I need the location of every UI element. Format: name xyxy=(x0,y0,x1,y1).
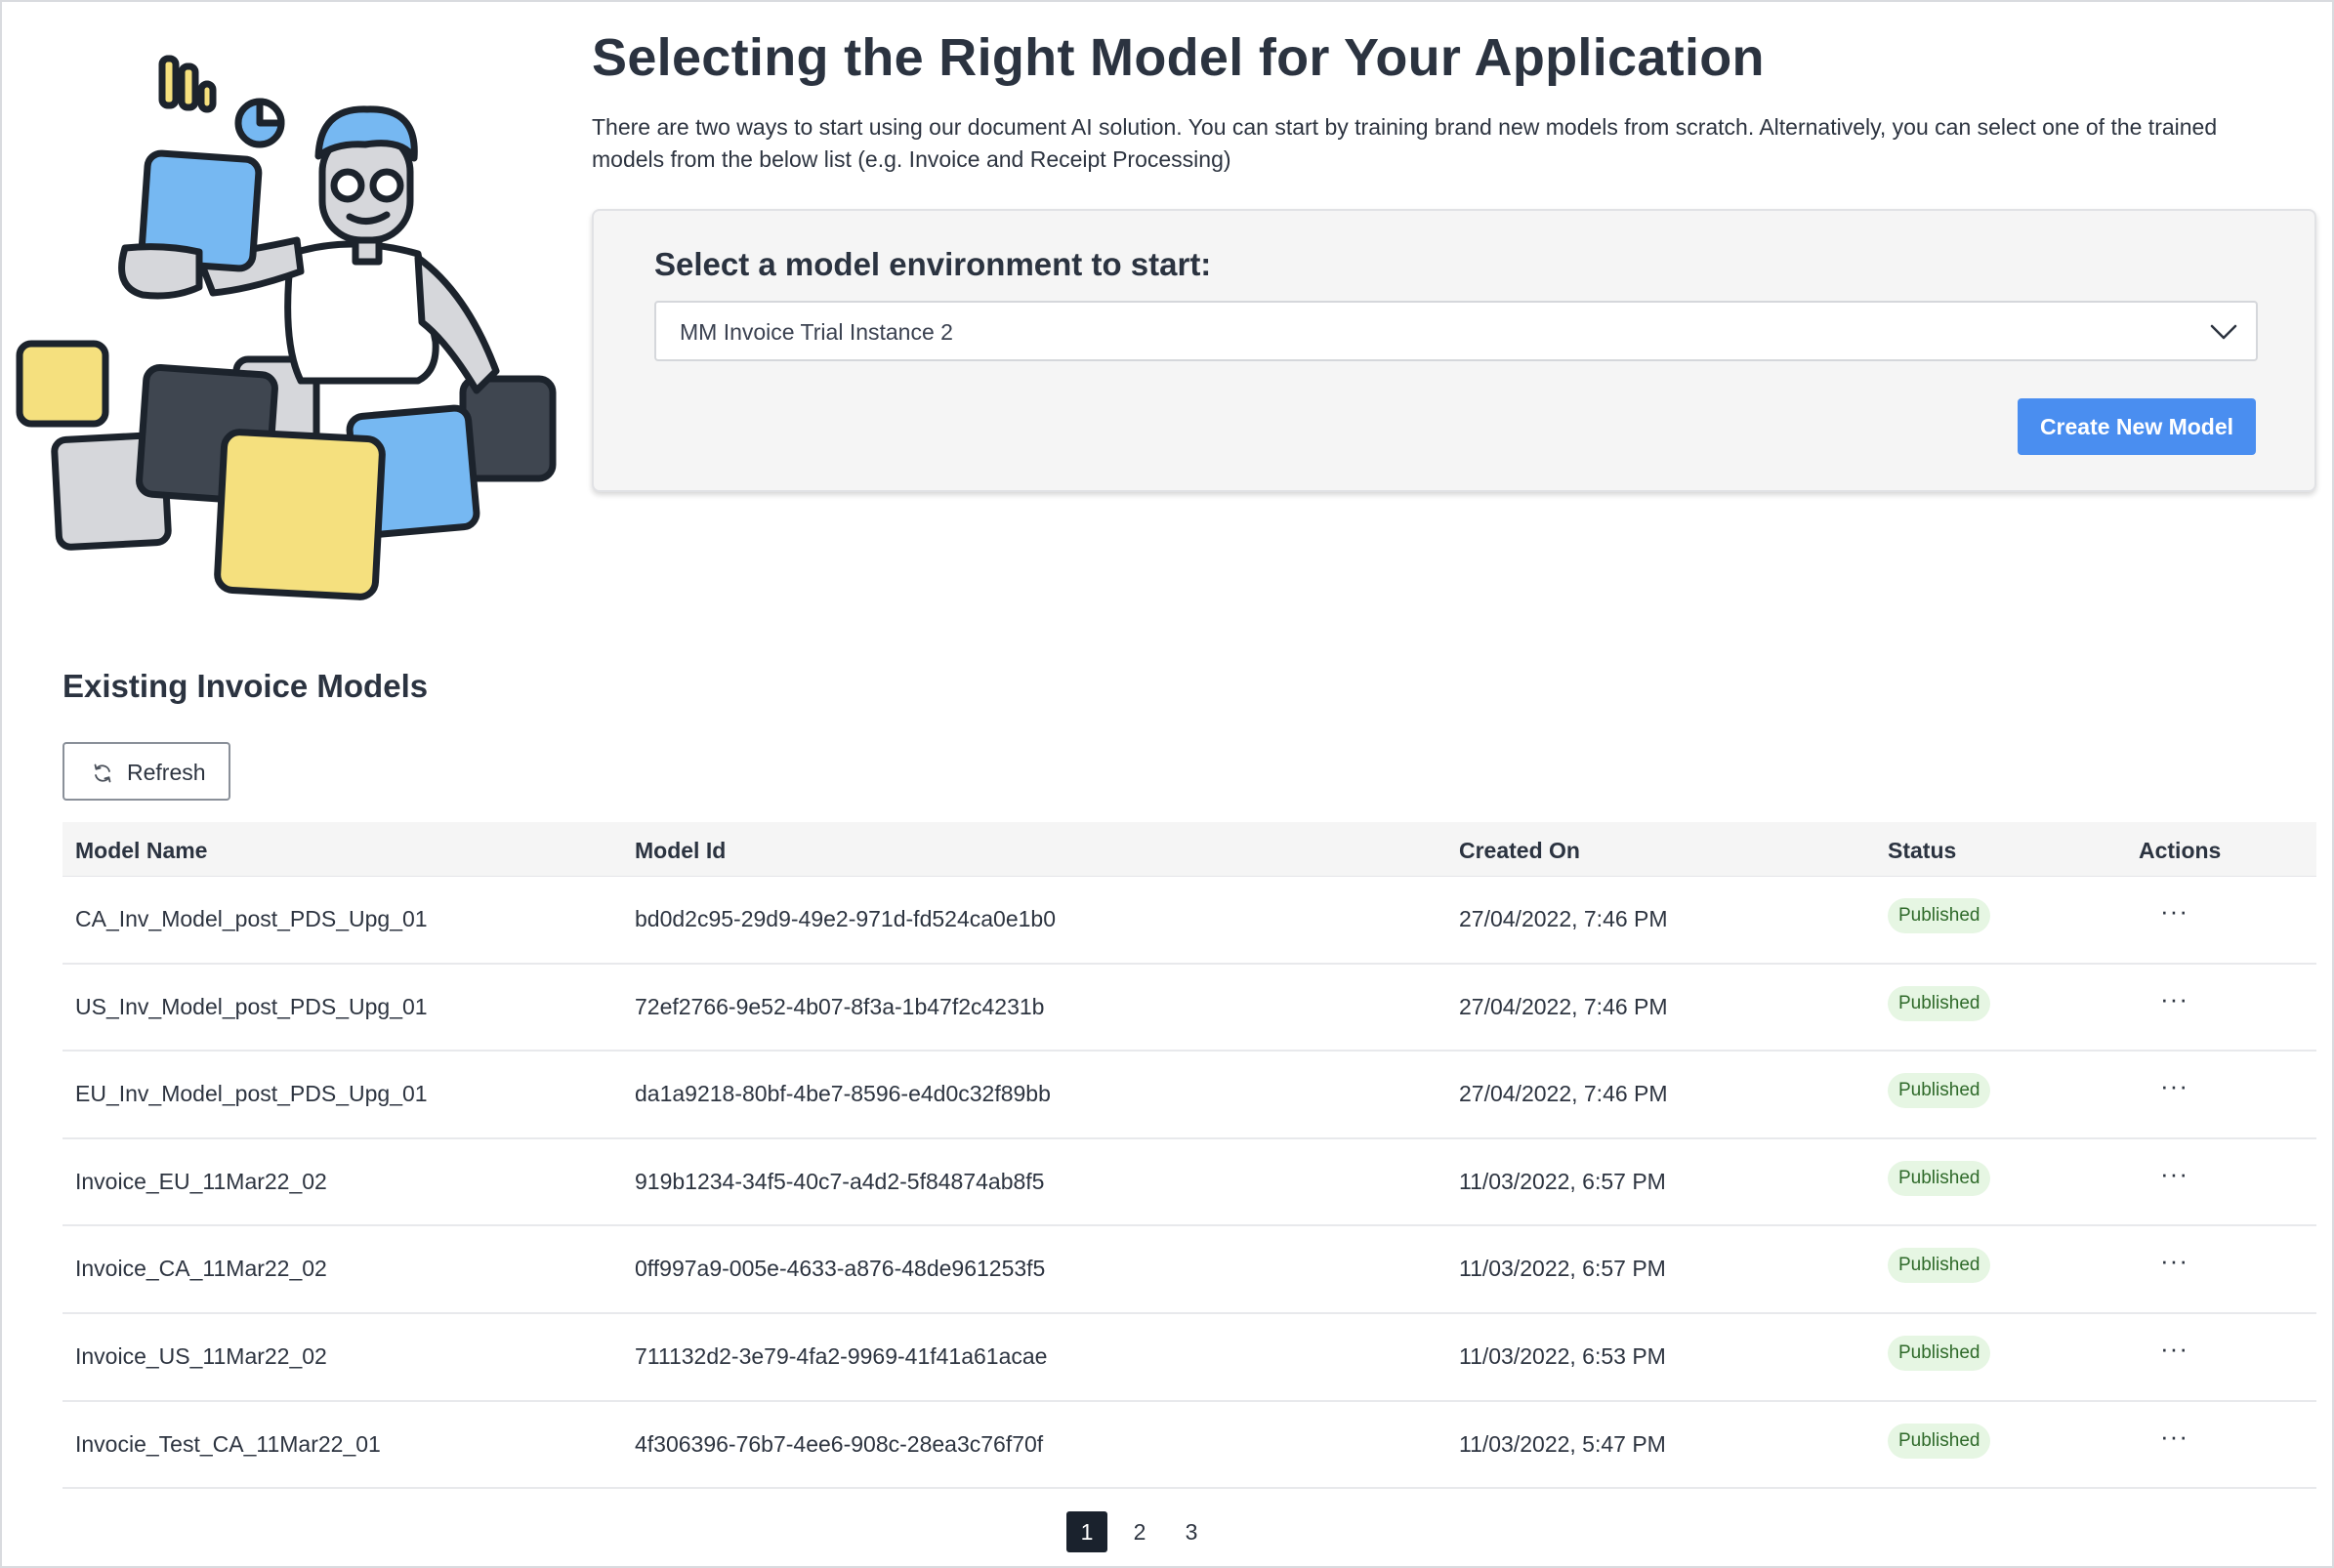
models-table: Model Name Model Id Created On Status Ac… xyxy=(63,822,2316,1490)
status-badge: Published xyxy=(1888,1073,1991,1109)
page-button-1[interactable]: 1 xyxy=(1066,1511,1107,1552)
status-badge: Published xyxy=(1888,985,1991,1021)
created-on-cell: 11/03/2022, 6:57 PM xyxy=(1459,1168,1666,1194)
refresh-label: Refresh xyxy=(127,760,206,785)
page-button-2[interactable]: 2 xyxy=(1119,1511,1160,1552)
created-on-cell: 11/03/2022, 5:47 PM xyxy=(1459,1430,1666,1457)
model-name-cell: Invoice_US_11Mar22_02 xyxy=(75,1342,327,1369)
status-badge: Published xyxy=(1888,1335,1991,1371)
table-row[interactable]: Invoice_CA_11Mar22_02 0ff997a9-005e-4633… xyxy=(63,1226,2316,1314)
model-id-cell: 0ff997a9-005e-4633-a876-48de961253f5 xyxy=(635,1256,1046,1282)
create-new-model-button[interactable]: Create New Model xyxy=(2018,398,2256,455)
created-on-cell: 11/03/2022, 6:53 PM xyxy=(1459,1342,1666,1369)
table-row[interactable]: EU_Inv_Model_post_PDS_Upg_01 da1a9218-80… xyxy=(63,1052,2316,1139)
row-actions-menu[interactable]: ··· xyxy=(2160,984,2188,1014)
model-name-cell: EU_Inv_Model_post_PDS_Upg_01 xyxy=(75,1081,428,1107)
column-header-created-on[interactable]: Created On xyxy=(1459,838,1580,864)
row-actions-menu[interactable]: ··· xyxy=(2160,1422,2188,1452)
created-on-cell: 27/04/2022, 7:46 PM xyxy=(1459,1081,1668,1107)
model-id-cell: 711132d2-3e79-4fa2-9969-41f41a61acae xyxy=(635,1342,1048,1369)
column-header-model-id[interactable]: Model Id xyxy=(635,838,726,864)
model-name-cell: Invoice_EU_11Mar22_02 xyxy=(75,1168,327,1194)
environment-select[interactable]: MM Invoice Trial Instance 2 xyxy=(654,301,2258,361)
person-with-cards-illustration xyxy=(16,55,557,600)
row-actions-menu[interactable]: ··· xyxy=(2160,1071,2188,1101)
intro-text: There are two ways to start using our do… xyxy=(592,114,2218,172)
column-header-model-name[interactable]: Model Name xyxy=(75,838,207,864)
table-header: Model Name Model Id Created On Status Ac… xyxy=(63,822,2316,877)
model-id-cell: bd0d2c95-29d9-49e2-971d-fd524ca0e1b0 xyxy=(635,906,1056,931)
created-on-cell: 11/03/2022, 6:57 PM xyxy=(1459,1256,1666,1282)
model-name-cell: Invoice_CA_11Mar22_02 xyxy=(75,1256,327,1282)
column-header-actions: Actions xyxy=(2139,838,2222,863)
status-badge: Published xyxy=(1888,1248,1991,1284)
model-name-cell: CA_Inv_Model_post_PDS_Upg_01 xyxy=(75,906,428,931)
created-on-cell: 27/04/2022, 7:46 PM xyxy=(1459,906,1668,931)
model-name-cell: Invocie_Test_CA_11Mar22_01 xyxy=(75,1430,381,1457)
environment-card: Select a model environment to start: MM … xyxy=(592,209,2316,492)
created-on-cell: 27/04/2022, 7:46 PM xyxy=(1459,993,1668,1019)
status-badge: Published xyxy=(1888,1160,1991,1196)
section-title: Existing Invoice Models xyxy=(63,668,429,704)
environment-select-value: MM Invoice Trial Instance 2 xyxy=(680,319,953,345)
model-id-cell: 4f306396-76b7-4ee6-908c-28ea3c76f70f xyxy=(635,1430,1044,1457)
table-row[interactable]: CA_Inv_Model_post_PDS_Upg_01 bd0d2c95-29… xyxy=(63,877,2316,965)
status-badge: Published xyxy=(1888,1423,1991,1459)
environment-label: Select a model environment to start: xyxy=(654,246,1212,282)
table-row[interactable]: Invoice_US_11Mar22_02 711132d2-3e79-4fa2… xyxy=(63,1314,2316,1402)
row-actions-menu[interactable]: ··· xyxy=(2160,896,2188,927)
page-title: Selecting the Right Model for Your Appli… xyxy=(592,28,1765,87)
status-badge: Published xyxy=(1888,898,1991,933)
table-row[interactable]: US_Inv_Model_post_PDS_Upg_01 72ef2766-9e… xyxy=(63,965,2316,1052)
row-actions-menu[interactable]: ··· xyxy=(2160,1334,2188,1364)
table-row[interactable]: Invoice_EU_11Mar22_02 919b1234-34f5-40c7… xyxy=(63,1139,2316,1227)
model-id-cell: 919b1234-34f5-40c7-a4d2-5f84874ab8f5 xyxy=(635,1168,1045,1194)
chevron-down-icon xyxy=(2210,324,2237,340)
row-actions-menu[interactable]: ··· xyxy=(2160,1159,2188,1189)
refresh-icon xyxy=(94,763,111,783)
column-header-status[interactable]: Status xyxy=(1888,838,1956,864)
model-id-cell: da1a9218-80bf-4be7-8596-e4d0c32f89bb xyxy=(635,1081,1051,1107)
table-row[interactable]: Invocie_Test_CA_11Mar22_01 4f306396-76b7… xyxy=(63,1402,2316,1490)
refresh-button[interactable]: Refresh xyxy=(63,742,230,801)
page-button-3[interactable]: 3 xyxy=(1171,1511,1212,1552)
model-id-cell: 72ef2766-9e52-4b07-8f3a-1b47f2c4231b xyxy=(635,993,1045,1019)
row-actions-menu[interactable]: ··· xyxy=(2160,1246,2188,1276)
model-name-cell: US_Inv_Model_post_PDS_Upg_01 xyxy=(75,993,428,1019)
